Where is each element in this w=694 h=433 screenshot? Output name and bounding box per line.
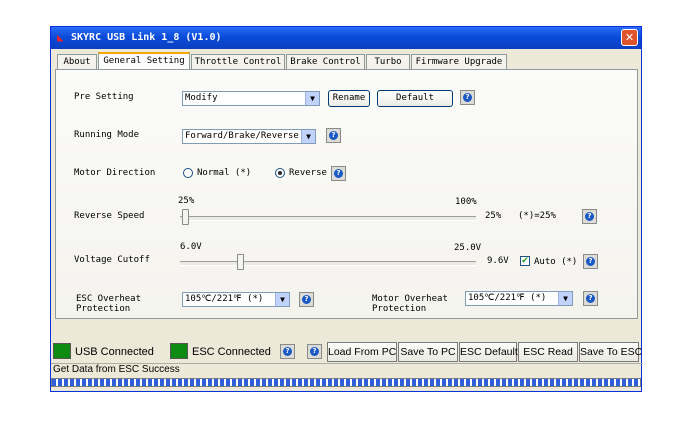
tab-label: Brake Control (290, 57, 361, 67)
close-icon: ✕ (624, 31, 635, 44)
status-help-button[interactable]: ? (280, 344, 295, 359)
esc-status-text: ESC Connected (192, 346, 271, 358)
tab-label: Firmware Upgrade (415, 57, 503, 67)
running-mode-help-button[interactable]: ? (326, 128, 341, 143)
chevron-down-icon: ▼ (301, 130, 315, 143)
usb-status-text: USB Connected (75, 346, 154, 358)
rename-button[interactable]: Rename (328, 90, 370, 107)
esc-read-button[interactable]: ESC Read (518, 342, 578, 362)
esc-status-led (170, 343, 188, 359)
question-icon: ? (585, 212, 594, 221)
reverse-speed-help-button[interactable]: ? (582, 209, 597, 224)
tab-turbo[interactable]: Turbo (366, 54, 410, 69)
esc-overheat-select[interactable]: 105℃/221℉ (*) ▼ (182, 292, 290, 307)
tab-about[interactable]: About (57, 54, 97, 69)
reverse-speed-slider[interactable] (182, 209, 189, 225)
motor-overheat-select[interactable]: 105℃/221℉ (*) ▼ (465, 291, 573, 306)
tab-label: About (63, 57, 91, 67)
motor-direction-normal-radio[interactable] (183, 168, 193, 178)
pre-setting-select[interactable]: Modify ▼ (182, 91, 320, 106)
title-bar[interactable]: ◣ SKYRC USB Link 1_8 (V1.0) ✕ (51, 27, 641, 49)
tab-throttle-control[interactable]: Throttle Control (191, 54, 285, 69)
load-from-pc-button[interactable]: Load From PC (327, 342, 397, 362)
question-icon: ? (302, 295, 311, 304)
running-mode-select[interactable]: Forward/Brake/Reverse ▼ (182, 129, 316, 144)
esc-overheat-value: 105℃/221℉ (*) (185, 294, 264, 304)
default-button[interactable]: Default (377, 90, 453, 107)
motor-overheat-value: 105℃/221℉ (*) (468, 293, 547, 303)
esc-default-button[interactable]: ESC Default (459, 342, 518, 362)
general-setting-panel: Pre Setting Modify ▼ Rename Default ? Ru… (55, 69, 638, 319)
question-icon: ? (334, 169, 343, 178)
chevron-down-icon: ▼ (275, 293, 289, 306)
chevron-down-icon: ▼ (305, 92, 319, 105)
reverse-speed-max: 100% (455, 197, 477, 207)
tab-general-setting[interactable]: General Setting (98, 52, 190, 70)
reverse-speed-label: Reverse Speed (74, 211, 145, 221)
close-button[interactable]: ✕ (621, 29, 638, 46)
esc-overheat-help-button[interactable]: ? (299, 292, 314, 307)
status-message: Get Data from ESC Success (53, 364, 180, 375)
reverse-speed-min: 25% (178, 196, 195, 206)
reverse-speed-value: 25% (485, 211, 502, 221)
running-mode-label: Running Mode (74, 130, 140, 140)
voltage-cutoff-min: 6.0V (180, 242, 202, 252)
load-help-button[interactable]: ? (307, 344, 322, 359)
motor-overheat-label-line1: Motor Overheat (372, 294, 448, 304)
reverse-speed-default-note: (*)=25% (518, 211, 556, 221)
window-title: SKYRC USB Link 1_8 (V1.0) (71, 32, 222, 43)
progress-bar (51, 378, 641, 387)
tab-label: Turbo (374, 57, 402, 67)
app-logo-icon: ◣ (57, 31, 64, 44)
question-icon: ? (463, 93, 472, 102)
pre-setting-help-button[interactable]: ? (460, 90, 475, 105)
tab-label: Throttle Control (194, 57, 282, 67)
voltage-cutoff-help-button[interactable]: ? (583, 254, 598, 269)
voltage-cutoff-value: 9.6V (487, 256, 509, 266)
tab-brake-control[interactable]: Brake Control (286, 54, 365, 69)
pre-setting-label: Pre Setting (74, 92, 134, 102)
question-icon: ? (310, 347, 319, 356)
motor-direction-normal-label: Normal (*) (197, 168, 252, 178)
voltage-cutoff-track (180, 261, 476, 266)
motor-direction-reverse-radio[interactable] (275, 168, 285, 178)
save-to-pc-button[interactable]: Save To PC (398, 342, 458, 362)
tab-firmware-upgrade[interactable]: Firmware Upgrade (411, 54, 507, 69)
running-mode-value: Forward/Brake/Reverse (185, 131, 299, 141)
auto-checkbox[interactable]: ✔ (520, 256, 530, 266)
save-to-esc-button[interactable]: Save To ESC (579, 342, 642, 362)
reverse-speed-track (180, 216, 476, 221)
chevron-down-icon: ▼ (558, 292, 572, 305)
motor-direction-label: Motor Direction (74, 168, 156, 178)
question-icon: ? (283, 347, 292, 356)
tab-label: General Setting (103, 56, 185, 66)
auto-checkbox-label: Auto (*) (534, 257, 578, 267)
esc-overheat-label-line1: ESC Overheat (76, 294, 142, 304)
question-icon: ? (586, 294, 595, 303)
pre-setting-value: Modify (185, 93, 218, 103)
voltage-cutoff-max: 25.0V (454, 243, 482, 253)
main-window: ◣ SKYRC USB Link 1_8 (V1.0) ✕ About Gene… (50, 26, 643, 392)
question-icon: ? (586, 257, 595, 266)
question-icon: ? (329, 131, 338, 140)
usb-status-led (53, 343, 71, 359)
voltage-cutoff-label: Voltage Cutoff (74, 255, 150, 265)
motor-direction-help-button[interactable]: ? (331, 166, 346, 181)
voltage-cutoff-slider[interactable] (237, 254, 245, 270)
status-bar: Get Data from ESC Success (51, 363, 643, 377)
motor-overheat-label-line2: Protection (372, 304, 427, 314)
motor-direction-reverse-label: Reverse (289, 168, 327, 178)
motor-overheat-help-button[interactable]: ? (583, 291, 598, 306)
checkmark-icon: ✔ (521, 256, 529, 266)
esc-overheat-label-line2: Protection (76, 304, 131, 314)
